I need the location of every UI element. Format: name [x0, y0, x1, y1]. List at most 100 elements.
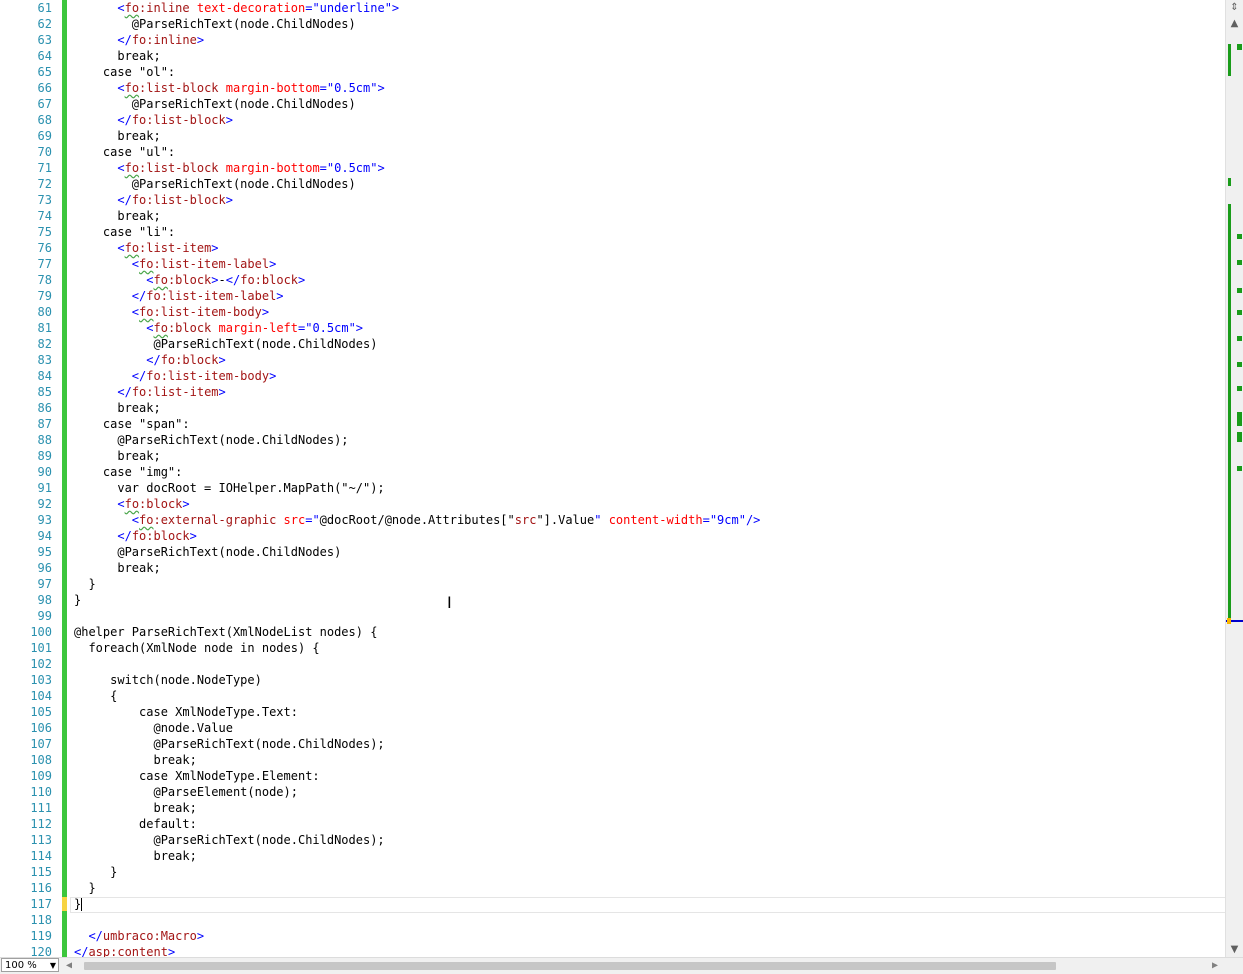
code-line[interactable]: 81 <fo:block margin-left="0.5cm"> [0, 320, 1225, 336]
code-text: @ParseRichText(node.ChildNodes); [74, 832, 385, 848]
change-marker [1228, 178, 1231, 186]
code-line[interactable]: 67 @ParseRichText(node.ChildNodes) [0, 96, 1225, 112]
error-marker [1237, 310, 1242, 315]
code-line[interactable]: 105 case XmlNodeType.Text: [0, 704, 1225, 720]
scroll-left-arrow-icon[interactable]: ◀ [66, 958, 72, 974]
line-number: 111 [30, 801, 52, 815]
change-marker [1228, 44, 1231, 76]
code-line[interactable]: 111 break; [0, 800, 1225, 816]
code-line[interactable]: 119 </umbraco:Macro> [0, 928, 1225, 944]
code-token: @ParseRichText(node.ChildNodes); [74, 433, 349, 447]
code-line[interactable]: 71 <fo:list-block margin-bottom="0.5cm"> [0, 160, 1225, 176]
code-line[interactable]: 114 break; [0, 848, 1225, 864]
vertical-scrollbar[interactable]: ⇕ ▲ ▼ [1225, 0, 1243, 958]
code-line[interactable]: 96 break; [0, 560, 1225, 576]
code-line[interactable]: 77 <fo:list-item-label> [0, 256, 1225, 272]
scroll-up-arrow-icon[interactable]: ▲ [1227, 16, 1242, 31]
code-line[interactable]: 95 @ParseRichText(node.ChildNodes) [0, 544, 1225, 560]
code-line[interactable]: 101 foreach(XmlNode node in nodes) { [0, 640, 1225, 656]
code-token: fo [124, 1, 140, 15]
code-line[interactable]: 94 </fo:block> [0, 528, 1225, 544]
line-number: 118 [30, 913, 52, 927]
code-line[interactable]: 61 <fo:inline text-decoration="underline… [0, 0, 1225, 16]
code-token: break; [74, 801, 197, 815]
code-token: case "ul": [74, 145, 176, 159]
code-token: fo [131, 385, 147, 399]
code-token: switch(node.NodeType) [74, 673, 262, 687]
code-line[interactable]: 117} [0, 896, 1225, 912]
code-line[interactable]: 62 @ParseRichText(node.ChildNodes) [0, 16, 1225, 32]
code-line[interactable]: 106 @node.Value [0, 720, 1225, 736]
code-line[interactable]: 65 case "ol": [0, 64, 1225, 80]
code-line[interactable]: 102 [0, 656, 1225, 672]
code-line[interactable]: 63 </fo:inline> [0, 32, 1225, 48]
code-line[interactable]: 107 @ParseRichText(node.ChildNodes); [0, 736, 1225, 752]
code-line[interactable]: 80 <fo:list-item-body> [0, 304, 1225, 320]
code-line[interactable]: 115 } [0, 864, 1225, 880]
code-line[interactable]: 99 [0, 608, 1225, 624]
code-line[interactable]: 79 </fo:list-item-label> [0, 288, 1225, 304]
code-line[interactable]: 82 @ParseRichText(node.ChildNodes) [0, 336, 1225, 352]
code-line[interactable]: 100 @helper ParseRichText(XmlNodeList nod… [0, 624, 1225, 640]
code-line[interactable]: 98} [0, 592, 1225, 608]
code-line[interactable]: 73 </fo:list-block> [0, 192, 1225, 208]
code-line[interactable]: 118 [0, 912, 1225, 928]
code-line[interactable]: 97 } [0, 576, 1225, 592]
zoom-select[interactable]: 100 % ▼ [1, 958, 59, 972]
code-line[interactable]: 64 break; [0, 48, 1225, 64]
line-number: 94 [37, 529, 52, 543]
code-line[interactable]: 68 </fo:list-block> [0, 112, 1225, 128]
code-text: default: [74, 816, 197, 832]
code-line[interactable]: 87 case "span": [0, 416, 1225, 432]
code-line[interactable]: 74 break; [0, 208, 1225, 224]
line-number: 93 [37, 513, 52, 527]
code-token: @docRoot/@node.Attributes[" [319, 513, 515, 527]
code-line[interactable]: 93 <fo:external-graphic src="@docRoot/@n… [0, 512, 1225, 528]
code-token: case "li": [74, 225, 176, 239]
line-number: 101 [30, 641, 52, 655]
code-line[interactable]: 103 switch(node.NodeType) [0, 672, 1225, 688]
code-token: @ParseRichText(node.ChildNodes); [74, 833, 385, 847]
code-line[interactable]: 112 default: [0, 816, 1225, 832]
code-line[interactable]: 92 <fo:block> [0, 496, 1225, 512]
horizontal-scroll-thumb[interactable] [84, 962, 1056, 970]
code-line[interactable]: 69 break; [0, 128, 1225, 144]
code-line[interactable]: 78 <fo:block>-</fo:block> [0, 272, 1225, 288]
horizontal-scrollbar[interactable]: 100 % ▼ ◀ ▶ [0, 957, 1243, 974]
code-line[interactable]: 89 break; [0, 448, 1225, 464]
code-line[interactable]: 88 @ParseRichText(node.ChildNodes); [0, 432, 1225, 448]
code-line[interactable]: 76 <fo:list-item> [0, 240, 1225, 256]
code-token: fo [131, 193, 147, 207]
code-line[interactable]: 104 { [0, 688, 1225, 704]
code-line[interactable]: 109 case XmlNodeType.Element: [0, 768, 1225, 784]
code-line[interactable]: 85 </fo:list-item> [0, 384, 1225, 400]
scroll-down-arrow-icon[interactable]: ▼ [1227, 942, 1242, 957]
code-line[interactable]: 84 </fo:list-item-body> [0, 368, 1225, 384]
code-token: :inline [146, 33, 197, 47]
code-token: content-width [608, 513, 703, 527]
code-line[interactable]: 70 case "ul": [0, 144, 1225, 160]
code-line[interactable]: 75 case "li": [0, 224, 1225, 240]
code-token: case XmlNodeType.Element: [74, 769, 320, 783]
code-line[interactable]: 83 </fo:block> [0, 352, 1225, 368]
line-number: 98 [37, 593, 52, 607]
code-token: > [225, 113, 233, 127]
code-line[interactable]: 113 @ParseRichText(node.ChildNodes); [0, 832, 1225, 848]
code-line[interactable]: 72 @ParseRichText(node.ChildNodes) [0, 176, 1225, 192]
code-line[interactable]: 116 } [0, 880, 1225, 896]
code-text: break; [74, 48, 160, 64]
code-line[interactable]: 86 break; [0, 400, 1225, 416]
code-line[interactable]: 108 break; [0, 752, 1225, 768]
line-number: 115 [30, 865, 52, 879]
scroll-right-arrow-icon[interactable]: ▶ [1212, 958, 1218, 974]
code-token: margin-bottom [225, 161, 320, 175]
split-window-icon[interactable]: ⇕ [1227, 0, 1242, 15]
code-line[interactable]: 91 var docRoot = IOHelper.MapPath("~/"); [0, 480, 1225, 496]
code-line[interactable]: 110 @ParseElement(node); [0, 784, 1225, 800]
code-line[interactable]: 66 <fo:list-block margin-bottom="0.5cm"> [0, 80, 1225, 96]
code-line[interactable]: 90 case "img": [0, 464, 1225, 480]
